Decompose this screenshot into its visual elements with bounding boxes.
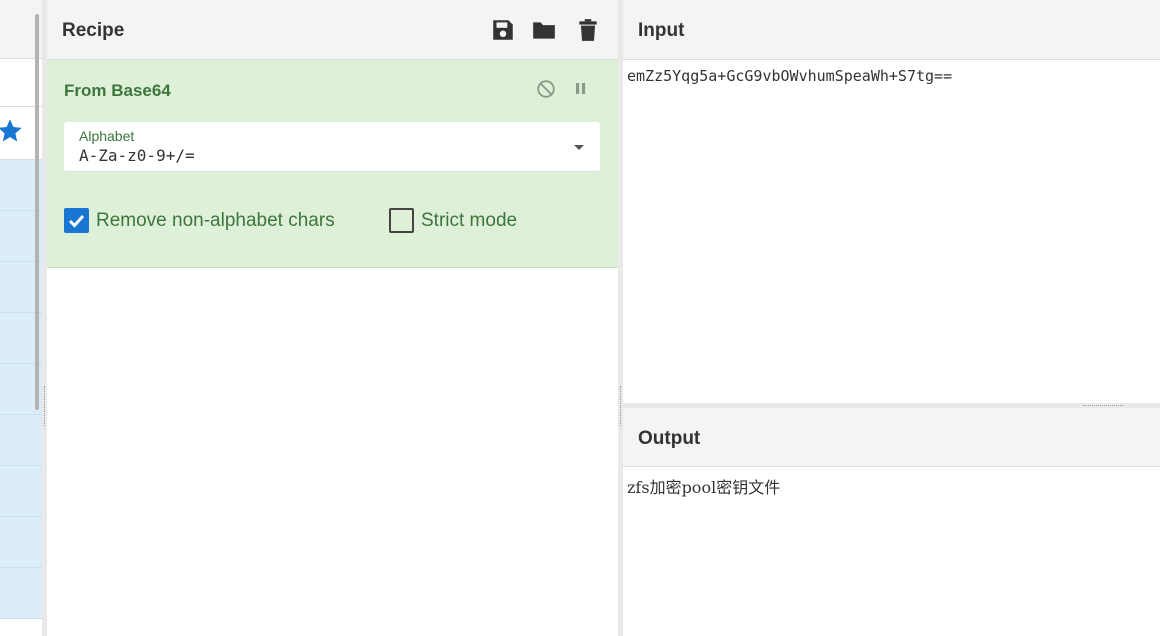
operation-list-item[interactable]	[0, 415, 42, 466]
operation-from-base64[interactable]: From Base64 Alphabet A-Za-z0-9+/= Remove…	[47, 60, 618, 268]
alphabet-select[interactable]: Alphabet A-Za-z0-9+/=	[64, 122, 600, 172]
operations-scrollbar[interactable]	[35, 14, 39, 410]
alphabet-label: Alphabet	[79, 128, 135, 144]
gutter-grip	[44, 386, 45, 426]
operations-panel	[0, 0, 42, 636]
save-icon[interactable]	[490, 17, 516, 43]
recipe-panel: Recipe From Base64 Alphabet A-Za-z0-9+/=	[47, 0, 618, 636]
checkbox-unchecked[interactable]	[389, 208, 414, 233]
output-header: Output	[623, 408, 1160, 467]
output-title: Output	[638, 428, 701, 449]
output-panel: Output zfs加密pool密钥文件	[623, 408, 1160, 636]
operation-list-item[interactable]	[0, 568, 42, 619]
input-title: Input	[638, 20, 685, 41]
gutter-grip	[1083, 405, 1123, 406]
input-panel: Input emZz5Yqg5a+GcG9vbOWvhumSpeaWh+S7tg…	[623, 0, 1160, 403]
star-icon[interactable]	[0, 117, 24, 145]
disable-icon[interactable]	[535, 78, 557, 100]
operation-list-item[interactable]	[0, 466, 42, 517]
folder-icon[interactable]	[531, 17, 557, 43]
checkbox-checked[interactable]	[64, 208, 89, 233]
checkmark-icon	[68, 214, 85, 228]
input-textarea[interactable]: emZz5Yqg5a+GcG9vbOWvhumSpeaWh+S7tg==	[627, 67, 1156, 85]
recipe-header: Recipe	[47, 0, 618, 60]
output-text[interactable]: zfs加密pool密钥文件	[627, 474, 1156, 498]
checkbox-label: Strict mode	[421, 210, 518, 231]
input-header: Input	[623, 0, 1160, 60]
caret-down-icon[interactable]	[573, 142, 585, 152]
gutter-grip	[620, 386, 621, 426]
alphabet-value[interactable]: A-Za-z0-9+/=	[79, 146, 195, 165]
checkbox-label: Remove non-alphabet chars	[96, 210, 335, 231]
recipe-title: Recipe	[62, 20, 125, 41]
pause-icon[interactable]	[570, 78, 592, 100]
operation-title: From Base64	[64, 81, 171, 100]
trash-icon[interactable]	[575, 17, 601, 43]
operation-list-item[interactable]	[0, 517, 42, 568]
